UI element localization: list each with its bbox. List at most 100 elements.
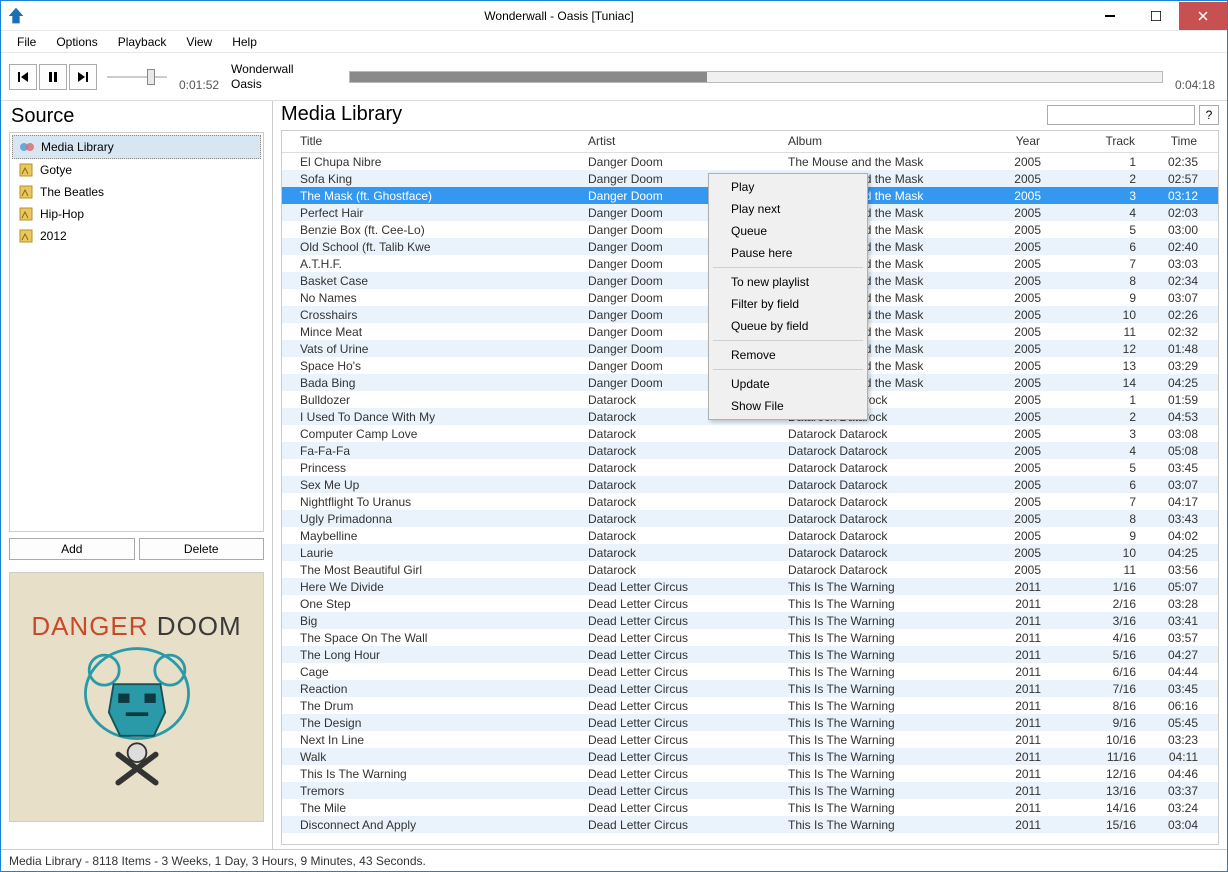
cell-time: 04:25: [1142, 376, 1204, 390]
table-row[interactable]: The Long HourDead Letter CircusThis Is T…: [282, 646, 1218, 663]
context-menu-item[interactable]: Play: [711, 176, 865, 198]
column-year[interactable]: Year: [977, 131, 1047, 152]
next-button[interactable]: [69, 64, 97, 90]
menu-playback[interactable]: Playback: [110, 33, 175, 51]
close-button[interactable]: [1179, 2, 1227, 30]
cell-album: Datarock Datarock: [782, 478, 977, 492]
column-album[interactable]: Album: [782, 131, 977, 152]
cell-title: Cage: [282, 665, 582, 679]
cell-album: This Is The Warning: [782, 699, 977, 713]
table-row[interactable]: MaybellineDatarockDatarock Datarock20059…: [282, 527, 1218, 544]
left-pane: Source Media LibraryGotyeThe BeatlesHip-…: [1, 101, 273, 849]
cell-track: 4: [1047, 444, 1142, 458]
table-row[interactable]: LaurieDatarockDatarock Datarock20051004:…: [282, 544, 1218, 561]
source-item-label: Hip-Hop: [40, 207, 84, 221]
cell-time: 05:07: [1142, 580, 1204, 594]
progress-area: [349, 71, 1163, 83]
cell-title: Tremors: [282, 784, 582, 798]
app-window: Wonderwall - Oasis [Tuniac] File Options…: [0, 0, 1228, 872]
cell-time: 02:35: [1142, 155, 1204, 169]
pause-button[interactable]: [39, 64, 67, 90]
table-row[interactable]: The DrumDead Letter CircusThis Is The Wa…: [282, 697, 1218, 714]
cell-track: 11: [1047, 325, 1142, 339]
table-row[interactable]: WalkDead Letter CircusThis Is The Warnin…: [282, 748, 1218, 765]
volume-slider[interactable]: [107, 67, 167, 87]
context-menu-item[interactable]: Filter by field: [711, 293, 865, 315]
column-artist[interactable]: Artist: [582, 131, 782, 152]
table-row[interactable]: The Space On The WallDead Letter CircusT…: [282, 629, 1218, 646]
table-row[interactable]: One StepDead Letter CircusThis Is The Wa…: [282, 595, 1218, 612]
column-track[interactable]: Track: [1047, 131, 1142, 152]
cell-title: I Used To Dance With My: [282, 410, 582, 424]
menu-help[interactable]: Help: [224, 33, 265, 51]
cell-track: 7/16: [1047, 682, 1142, 696]
context-menu-separator: [713, 267, 863, 268]
cell-year: 2011: [977, 818, 1047, 832]
table-row[interactable]: Disconnect And ApplyDead Letter CircusTh…: [282, 816, 1218, 833]
context-menu-item[interactable]: Queue by field: [711, 315, 865, 337]
cell-time: 02:03: [1142, 206, 1204, 220]
context-menu-item[interactable]: Queue: [711, 220, 865, 242]
column-title[interactable]: Title: [282, 131, 582, 152]
progress-bar[interactable]: [349, 71, 1163, 83]
source-item[interactable]: The Beatles: [12, 181, 261, 203]
table-row[interactable]: BigDead Letter CircusThis Is The Warning…: [282, 612, 1218, 629]
cell-time: 03:45: [1142, 461, 1204, 475]
table-row[interactable]: El Chupa NibreDanger DoomThe Mouse and t…: [282, 153, 1218, 170]
source-item[interactable]: Media Library: [12, 135, 261, 159]
menu-view[interactable]: View: [178, 33, 220, 51]
cell-title: Basket Case: [282, 274, 582, 288]
window-title: Wonderwall - Oasis [Tuniac]: [31, 9, 1087, 23]
prev-button[interactable]: [9, 64, 37, 90]
table-row[interactable]: The DesignDead Letter CircusThis Is The …: [282, 714, 1218, 731]
context-menu-item[interactable]: To new playlist: [711, 271, 865, 293]
cell-track: 10/16: [1047, 733, 1142, 747]
cell-track: 1/16: [1047, 580, 1142, 594]
table-row[interactable]: Nightflight To UranusDatarockDatarock Da…: [282, 493, 1218, 510]
cell-year: 2005: [977, 257, 1047, 271]
context-menu-item[interactable]: Update: [711, 373, 865, 395]
context-menu-item[interactable]: Remove: [711, 344, 865, 366]
cell-title: Sex Me Up: [282, 478, 582, 492]
cell-time: 03:24: [1142, 801, 1204, 815]
cell-track: 11: [1047, 563, 1142, 577]
source-item[interactable]: Hip-Hop: [12, 203, 261, 225]
context-menu-item[interactable]: Play next: [711, 198, 865, 220]
table-row[interactable]: This Is The WarningDead Letter CircusThi…: [282, 765, 1218, 782]
cell-year: 2005: [977, 189, 1047, 203]
table-row[interactable]: Ugly PrimadonnaDatarockDatarock Datarock…: [282, 510, 1218, 527]
cell-track: 8/16: [1047, 699, 1142, 713]
table-row[interactable]: ReactionDead Letter CircusThis Is The Wa…: [282, 680, 1218, 697]
source-item[interactable]: 2012: [12, 225, 261, 247]
menu-file[interactable]: File: [9, 33, 44, 51]
cell-year: 2011: [977, 733, 1047, 747]
search-input[interactable]: [1047, 105, 1195, 125]
cell-year: 2005: [977, 274, 1047, 288]
table-row[interactable]: TremorsDead Letter CircusThis Is The War…: [282, 782, 1218, 799]
cell-title: Maybelline: [282, 529, 582, 543]
cell-time: 03:00: [1142, 223, 1204, 237]
playlist-icon: [19, 139, 35, 155]
search-help-button[interactable]: ?: [1199, 105, 1219, 125]
table-row[interactable]: Next In LineDead Letter CircusThis Is Th…: [282, 731, 1218, 748]
table-row[interactable]: Fa-Fa-FaDatarockDatarock Datarock2005405…: [282, 442, 1218, 459]
table-row[interactable]: Computer Camp LoveDatarockDatarock Datar…: [282, 425, 1218, 442]
delete-source-button[interactable]: Delete: [139, 538, 265, 560]
column-time[interactable]: Time: [1142, 131, 1204, 152]
context-menu-item[interactable]: Show File: [711, 395, 865, 417]
cell-artist: Dead Letter Circus: [582, 665, 782, 679]
add-source-button[interactable]: Add: [9, 538, 135, 560]
minimize-button[interactable]: [1087, 2, 1133, 30]
table-row[interactable]: Here We DivideDead Letter CircusThis Is …: [282, 578, 1218, 595]
menu-options[interactable]: Options: [48, 33, 105, 51]
table-row[interactable]: Sex Me UpDatarockDatarock Datarock200560…: [282, 476, 1218, 493]
cell-year: 2005: [977, 444, 1047, 458]
table-row[interactable]: PrincessDatarockDatarock Datarock2005503…: [282, 459, 1218, 476]
source-item[interactable]: Gotye: [12, 159, 261, 181]
maximize-button[interactable]: [1133, 2, 1179, 30]
table-row[interactable]: The Most Beautiful GirlDatarockDatarock …: [282, 561, 1218, 578]
table-row[interactable]: CageDead Letter CircusThis Is The Warnin…: [282, 663, 1218, 680]
table-row[interactable]: The MileDead Letter CircusThis Is The Wa…: [282, 799, 1218, 816]
cell-time: 04:44: [1142, 665, 1204, 679]
context-menu-item[interactable]: Pause here: [711, 242, 865, 264]
